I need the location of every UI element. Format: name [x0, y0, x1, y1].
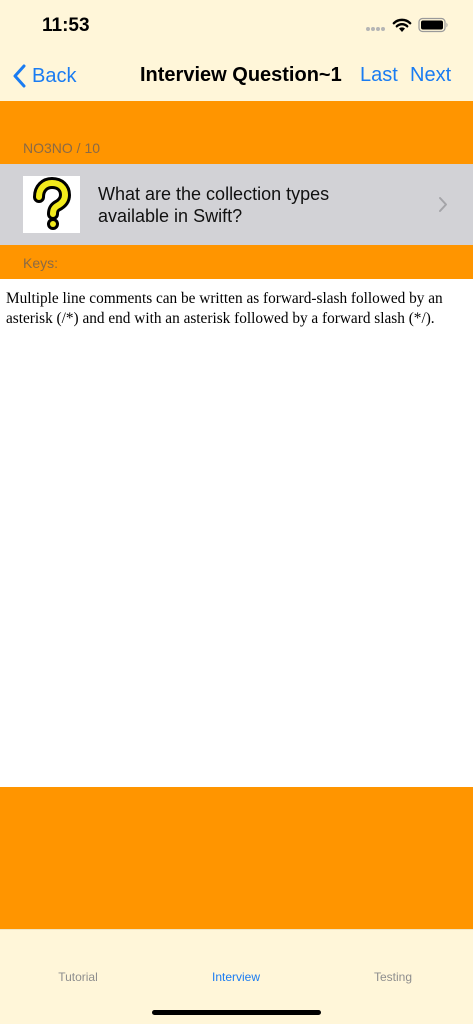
tab-interview[interactable]: Interview — [176, 970, 296, 984]
keys-label: Keys: — [23, 255, 59, 271]
home-indicator[interactable] — [152, 1010, 321, 1015]
tab-testing[interactable]: Testing — [333, 970, 453, 984]
question-counter: NO3NO / 10 — [23, 140, 101, 156]
bottom-band — [0, 787, 473, 929]
status-time: 11:53 — [42, 15, 90, 36]
navigation-bar: Back Interview Question~1 Last Next — [0, 50, 473, 101]
tab-bar: Tutorial Interview Testing — [0, 929, 473, 1024]
back-label: Back — [32, 64, 77, 87]
cellular-dots-icon — [366, 27, 386, 31]
next-button[interactable]: Next — [410, 64, 451, 87]
keys-band: Keys: — [0, 245, 473, 279]
battery-icon — [418, 17, 448, 33]
answer-content: Multiple line comments can be written as… — [0, 279, 473, 787]
last-button[interactable]: Last — [360, 64, 398, 87]
question-text: What are the collection types available … — [98, 184, 330, 226]
chevron-right-icon — [439, 197, 447, 212]
answer-text: Multiple line comments can be written as… — [6, 290, 443, 327]
screen: 11:53 Back Interview Question~1 Last Nex… — [0, 0, 473, 1024]
chevron-left-icon — [13, 64, 26, 88]
back-button[interactable]: Back — [12, 62, 76, 90]
question-mark-icon — [23, 176, 80, 233]
page-title: Interview Question~1 — [140, 64, 342, 86]
wifi-icon — [392, 18, 412, 32]
status-bar: 11:53 — [0, 0, 473, 50]
question-row[interactable]: What are the collection types available … — [0, 164, 473, 245]
counter-band: NO3NO / 10 — [0, 101, 473, 164]
tab-tutorial[interactable]: Tutorial — [18, 970, 138, 984]
